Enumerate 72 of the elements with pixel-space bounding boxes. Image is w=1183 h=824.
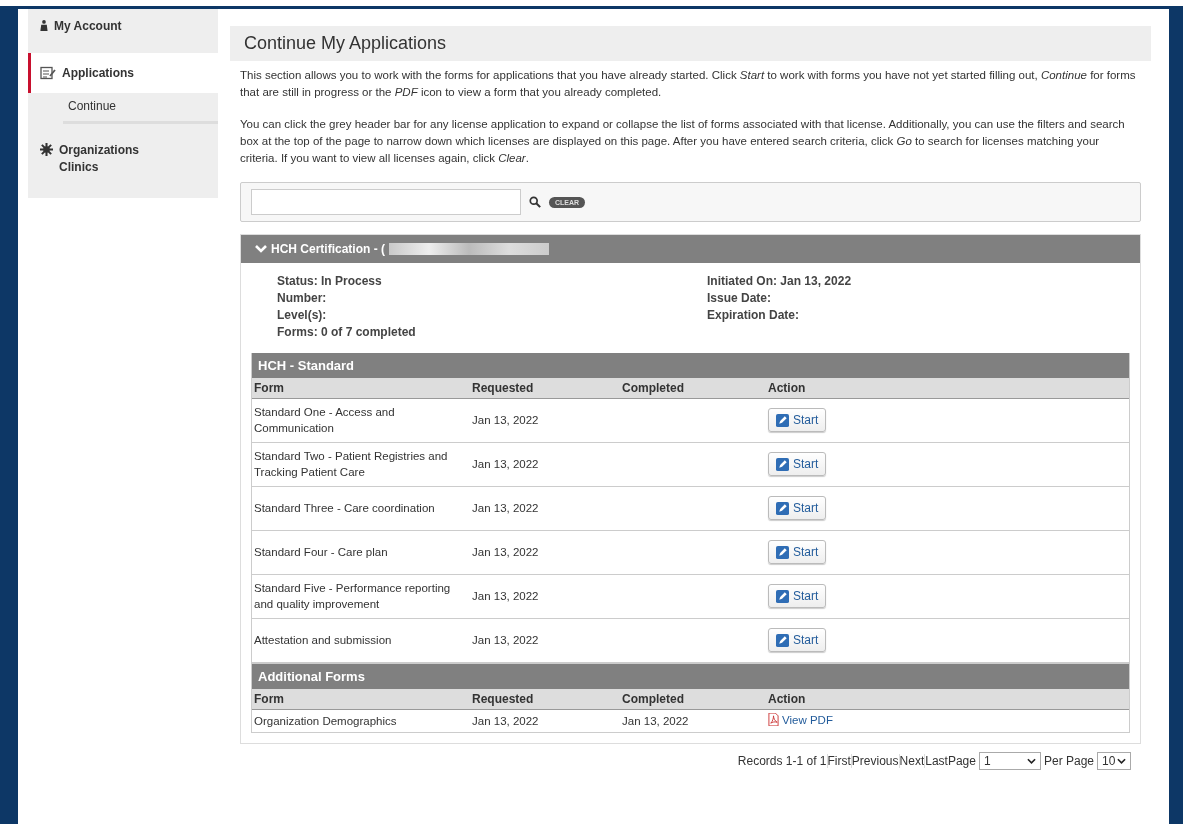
- section-header: Additional Forms: [252, 663, 1129, 689]
- table-cell-text: Jan 13, 2022: [471, 545, 540, 560]
- section-header: HCH - Standard: [252, 352, 1129, 378]
- column-header: Requested: [471, 690, 535, 708]
- table-cell-text: Jan 13, 2022: [471, 633, 540, 648]
- records-count: Records 1-1 of 1: [737, 754, 827, 769]
- pagination-link[interactable]: Last: [924, 754, 948, 769]
- table-cell: Jan 13, 2022: [622, 714, 689, 727]
- view-pdf-link[interactable]: View PDF: [768, 711, 833, 728]
- table-cell-text: Jan 13, 2022: [471, 713, 540, 729]
- table-cell-text: Attestation and submission: [253, 633, 393, 648]
- table-cell-text: Standard One - Access and Communication: [253, 404, 396, 437]
- detail-text: Initiated On: Jan 13, 2022: [707, 273, 853, 291]
- column-header: Completed: [621, 690, 685, 708]
- pdf-icon: [768, 713, 779, 727]
- edit-icon: [776, 633, 789, 647]
- detail-text: Issue Date:: [707, 290, 773, 307]
- pagination-link[interactable]: First: [826, 754, 851, 769]
- page-title: Continue My Applications: [230, 26, 1151, 61]
- detail-text: Expiration Date:: [707, 306, 800, 324]
- detail-text: Status: In Process: [277, 273, 383, 291]
- pagination-link[interactable]: Previous: [850, 754, 899, 769]
- start-button[interactable]: Start: [768, 540, 827, 565]
- start-button[interactable]: Start: [768, 408, 827, 433]
- column-header: Requested: [471, 379, 535, 397]
- table-cell-text: Standard Four - Care plan: [253, 545, 389, 560]
- gear-icon: [40, 143, 53, 157]
- start-button[interactable]: Start: [768, 452, 827, 477]
- caret-icon: [1026, 758, 1036, 765]
- column-header: Form: [253, 379, 285, 397]
- license-header-bar[interactable]: HCH Certification - (: [241, 235, 1140, 264]
- search-field[interactable]: [251, 189, 521, 216]
- detail-text: Level(s):: [277, 306, 328, 324]
- form-edit-icon: [40, 66, 56, 81]
- instruction-paragraph: You can click the grey header bar for any license application to expand or collapse the list of forms associated with that license. Additionally, you can use the filters and search box at the top of the page to narrow down which licenses are displayed on this page. After you have entered search criteria, click Go to search for licenses matching your criteria. If you want to view all licenses again, click Clear.: [240, 117, 1126, 166]
- license-title: HCH Certification - (: [271, 242, 385, 257]
- per-page-select[interactable]: 10: [1097, 752, 1131, 771]
- edit-icon: [776, 413, 789, 427]
- table-cell-text: Jan 13, 2022: [471, 457, 540, 472]
- person-icon: [40, 19, 48, 32]
- column-header: Action: [767, 690, 807, 708]
- table-cell-text: Jan 13, 2022: [471, 501, 540, 516]
- sidebar-item[interactable]: Organizations Clinics: [28, 134, 218, 180]
- sidebar-item[interactable]: My Account: [28, 13, 218, 40]
- instruction-paragraph: This section allows you to work with the forms for applications that you have already started. Click Start to work with forms you have not yet started filling out, Continue for forms that are still in progress or the PDF icon to view a form that you already completed.: [240, 68, 1137, 100]
- pagination-link[interactable]: Next: [898, 754, 925, 769]
- start-button[interactable]: Start: [768, 628, 827, 653]
- column-header: Form: [253, 690, 285, 708]
- page-select[interactable]: 1: [978, 752, 1041, 771]
- sidebar-item[interactable]: Applications: [28, 53, 218, 94]
- edit-icon: [776, 501, 789, 515]
- detail-text: Forms: 0 of 7 completed: [277, 323, 417, 341]
- table-cell-text: Organization Demographics: [253, 713, 398, 729]
- table-cell-text: Standard Five - Performance reporting and quality improvement: [253, 580, 452, 613]
- start-button[interactable]: Start: [768, 496, 827, 521]
- table-cell-text: Standard Two - Patient Registries and Tracking Patient Care: [253, 448, 449, 481]
- edit-icon: [776, 457, 789, 471]
- table-cell-text: Standard Three - Care coordination: [253, 501, 436, 516]
- column-header: Action: [767, 379, 807, 397]
- sidebar-subitem[interactable]: Continue: [63, 93, 218, 125]
- caret-icon: [1117, 758, 1126, 765]
- table-cell-text: Jan 13, 2022: [471, 413, 540, 428]
- start-button[interactable]: Start: [768, 584, 827, 609]
- per-page-label: Per Page: [1043, 754, 1094, 769]
- search-icon[interactable]: [529, 196, 541, 209]
- column-header: Completed: [621, 379, 685, 397]
- detail-text: Number:: [277, 290, 328, 307]
- edit-icon: [776, 545, 789, 559]
- page-label: Page: [947, 754, 976, 769]
- table-cell-text: Jan 13, 2022: [471, 589, 540, 604]
- edit-icon: [776, 589, 789, 603]
- chevron-icon: [255, 244, 267, 255]
